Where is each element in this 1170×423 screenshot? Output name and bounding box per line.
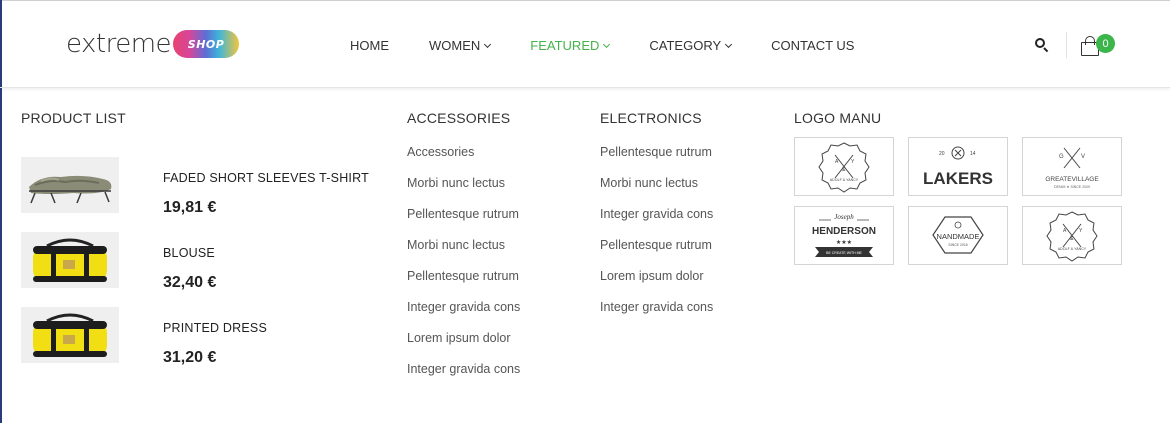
nav-home-label: HOME bbox=[350, 38, 389, 53]
menu-link[interactable]: Pellentesque rutrum bbox=[600, 144, 713, 175]
brand-caption: DENIM ★ SINCE 2009 bbox=[1054, 185, 1090, 189]
product-list-title: PRODUCT LIST bbox=[21, 110, 126, 126]
brand-year: 20 bbox=[939, 151, 945, 157]
brand-letter: Y bbox=[1079, 228, 1083, 234]
product-item[interactable]: PRINTED DRESS 31,20 € bbox=[21, 307, 381, 366]
product-price: 19,81 € bbox=[163, 199, 217, 216]
product-name[interactable]: PRINTED DRESS bbox=[163, 321, 267, 335]
brand-logo-greatevillage[interactable]: G V GREATEVILLAGE DENIM ★ SINCE 2009 bbox=[1022, 137, 1122, 196]
nav-women-label: WOMEN bbox=[429, 38, 481, 53]
product-image-duffel-bag[interactable] bbox=[21, 232, 119, 288]
product-image-duffel-bag[interactable] bbox=[21, 307, 119, 363]
product-item[interactable]: BLOUSE 32,40 € bbox=[21, 232, 381, 291]
brand-stars: ★★★ bbox=[836, 239, 852, 246]
accessories-title: ACCESSORIES bbox=[407, 110, 511, 126]
site-logo[interactable]: extreme SHOP bbox=[66, 26, 240, 62]
search-icon[interactable] bbox=[1034, 37, 1050, 53]
brand-logo-lakers[interactable]: 20 14 LAKERS bbox=[908, 137, 1008, 196]
accessories-links: Accessories Morbi nunc lectus Pellentesq… bbox=[407, 144, 520, 392]
menu-link[interactable]: Integer gravida cons bbox=[407, 361, 520, 392]
chevron-down-icon bbox=[603, 40, 611, 48]
menu-link[interactable]: Pellentesque rutrum bbox=[407, 206, 520, 237]
brand-logo-adolf-yancy[interactable]: A Y & ADOLF & YANCY bbox=[1022, 206, 1122, 265]
menu-link[interactable]: Integer gravida cons bbox=[407, 299, 520, 330]
brand-caption: ADOLF & YANCY bbox=[1058, 247, 1087, 251]
brand-letter: Y bbox=[851, 159, 855, 165]
brand-ampersand: & bbox=[842, 167, 846, 173]
chevron-down-icon bbox=[484, 40, 492, 48]
brand-caption: ADOLF & YANCY bbox=[830, 178, 859, 182]
chevron-down-icon bbox=[725, 40, 733, 48]
logo-badge-text: SHOP bbox=[187, 37, 225, 51]
brand-name: GREATEVILLAGE bbox=[1045, 176, 1099, 183]
menu-link[interactable]: Integer gravida cons bbox=[600, 299, 713, 330]
electronics-links: Pellentesque rutrum Morbi nunc lectus In… bbox=[600, 144, 713, 330]
logo-menu-title: LOGO MANU bbox=[794, 110, 882, 126]
product-item[interactable]: FADED SHORT SLEEVES T-SHIRT 19,81 € bbox=[21, 157, 381, 216]
cart-count-badge: 0 bbox=[1096, 34, 1115, 53]
brand-name: NANDMADE bbox=[937, 232, 980, 241]
nav-contact-us[interactable]: CONTACT US bbox=[771, 38, 854, 53]
nav-featured[interactable]: FEATURED bbox=[530, 38, 611, 53]
menu-link[interactable]: Morbi nunc lectus bbox=[407, 237, 520, 268]
logo-badge: SHOP bbox=[173, 30, 240, 58]
header-divider bbox=[1066, 32, 1067, 58]
nav-home[interactable]: HOME bbox=[350, 38, 389, 53]
brand-year: 14 bbox=[970, 151, 976, 157]
brand-caption: SINCE 2016 bbox=[948, 243, 968, 247]
menu-link[interactable]: Accessories bbox=[407, 144, 520, 175]
product-image-camping-cot[interactable] bbox=[21, 157, 119, 213]
logo-wordmark: extreme bbox=[66, 29, 172, 59]
menu-link[interactable]: Lorem ipsum dolor bbox=[407, 330, 520, 361]
brand-ampersand: & bbox=[1070, 236, 1074, 242]
nav-women[interactable]: WOMEN bbox=[429, 38, 492, 53]
menu-link[interactable]: Lorem ipsum dolor bbox=[600, 268, 713, 299]
brand-letter: V bbox=[1081, 154, 1085, 160]
brand-ribbon: BE CREATE WITH ME bbox=[826, 251, 862, 255]
brand-logo-nandmade[interactable]: NANDMADE SINCE 2016 bbox=[908, 206, 1008, 265]
brand-logo-henderson[interactable]: Joseph HENDERSON ★★★ BE CREATE WITH ME bbox=[794, 206, 894, 265]
menu-link[interactable]: Pellentesque rutrum bbox=[407, 268, 520, 299]
menu-link[interactable]: Integer gravida cons bbox=[600, 206, 713, 237]
brand-name: LAKERS bbox=[923, 169, 993, 188]
nav-category[interactable]: CATEGORY bbox=[649, 38, 733, 53]
nav-contact-label: CONTACT US bbox=[771, 38, 855, 53]
electronics-title: ELECTRONICS bbox=[600, 110, 702, 126]
site-header: extreme SHOP HOME WOMEN FEATURED CATEGOR… bbox=[0, 0, 1170, 88]
brand-letter: G bbox=[1059, 154, 1064, 160]
main-nav: HOME WOMEN FEATURED CATEGORY CONTACT US bbox=[350, 38, 894, 53]
brand-script: Joseph bbox=[834, 213, 854, 221]
nav-category-label: CATEGORY bbox=[649, 38, 722, 53]
product-price: 32,40 € bbox=[163, 274, 217, 291]
menu-link[interactable]: Morbi nunc lectus bbox=[407, 175, 520, 206]
brand-name: HENDERSON bbox=[812, 226, 876, 237]
brand-logo-adolf-yancy[interactable]: A Y & ADOLF & YANCY bbox=[794, 137, 894, 196]
brand-logo-grid: A Y & ADOLF & YANCY 20 14 LAKERS G V GRE… bbox=[794, 137, 1122, 265]
nav-featured-label: FEATURED bbox=[530, 38, 600, 53]
product-name[interactable]: FADED SHORT SLEEVES T-SHIRT bbox=[163, 171, 369, 185]
menu-link[interactable]: Pellentesque rutrum bbox=[600, 237, 713, 268]
product-price: 31,20 € bbox=[163, 349, 217, 366]
product-name[interactable]: BLOUSE bbox=[163, 246, 215, 260]
menu-link[interactable]: Morbi nunc lectus bbox=[600, 175, 713, 206]
